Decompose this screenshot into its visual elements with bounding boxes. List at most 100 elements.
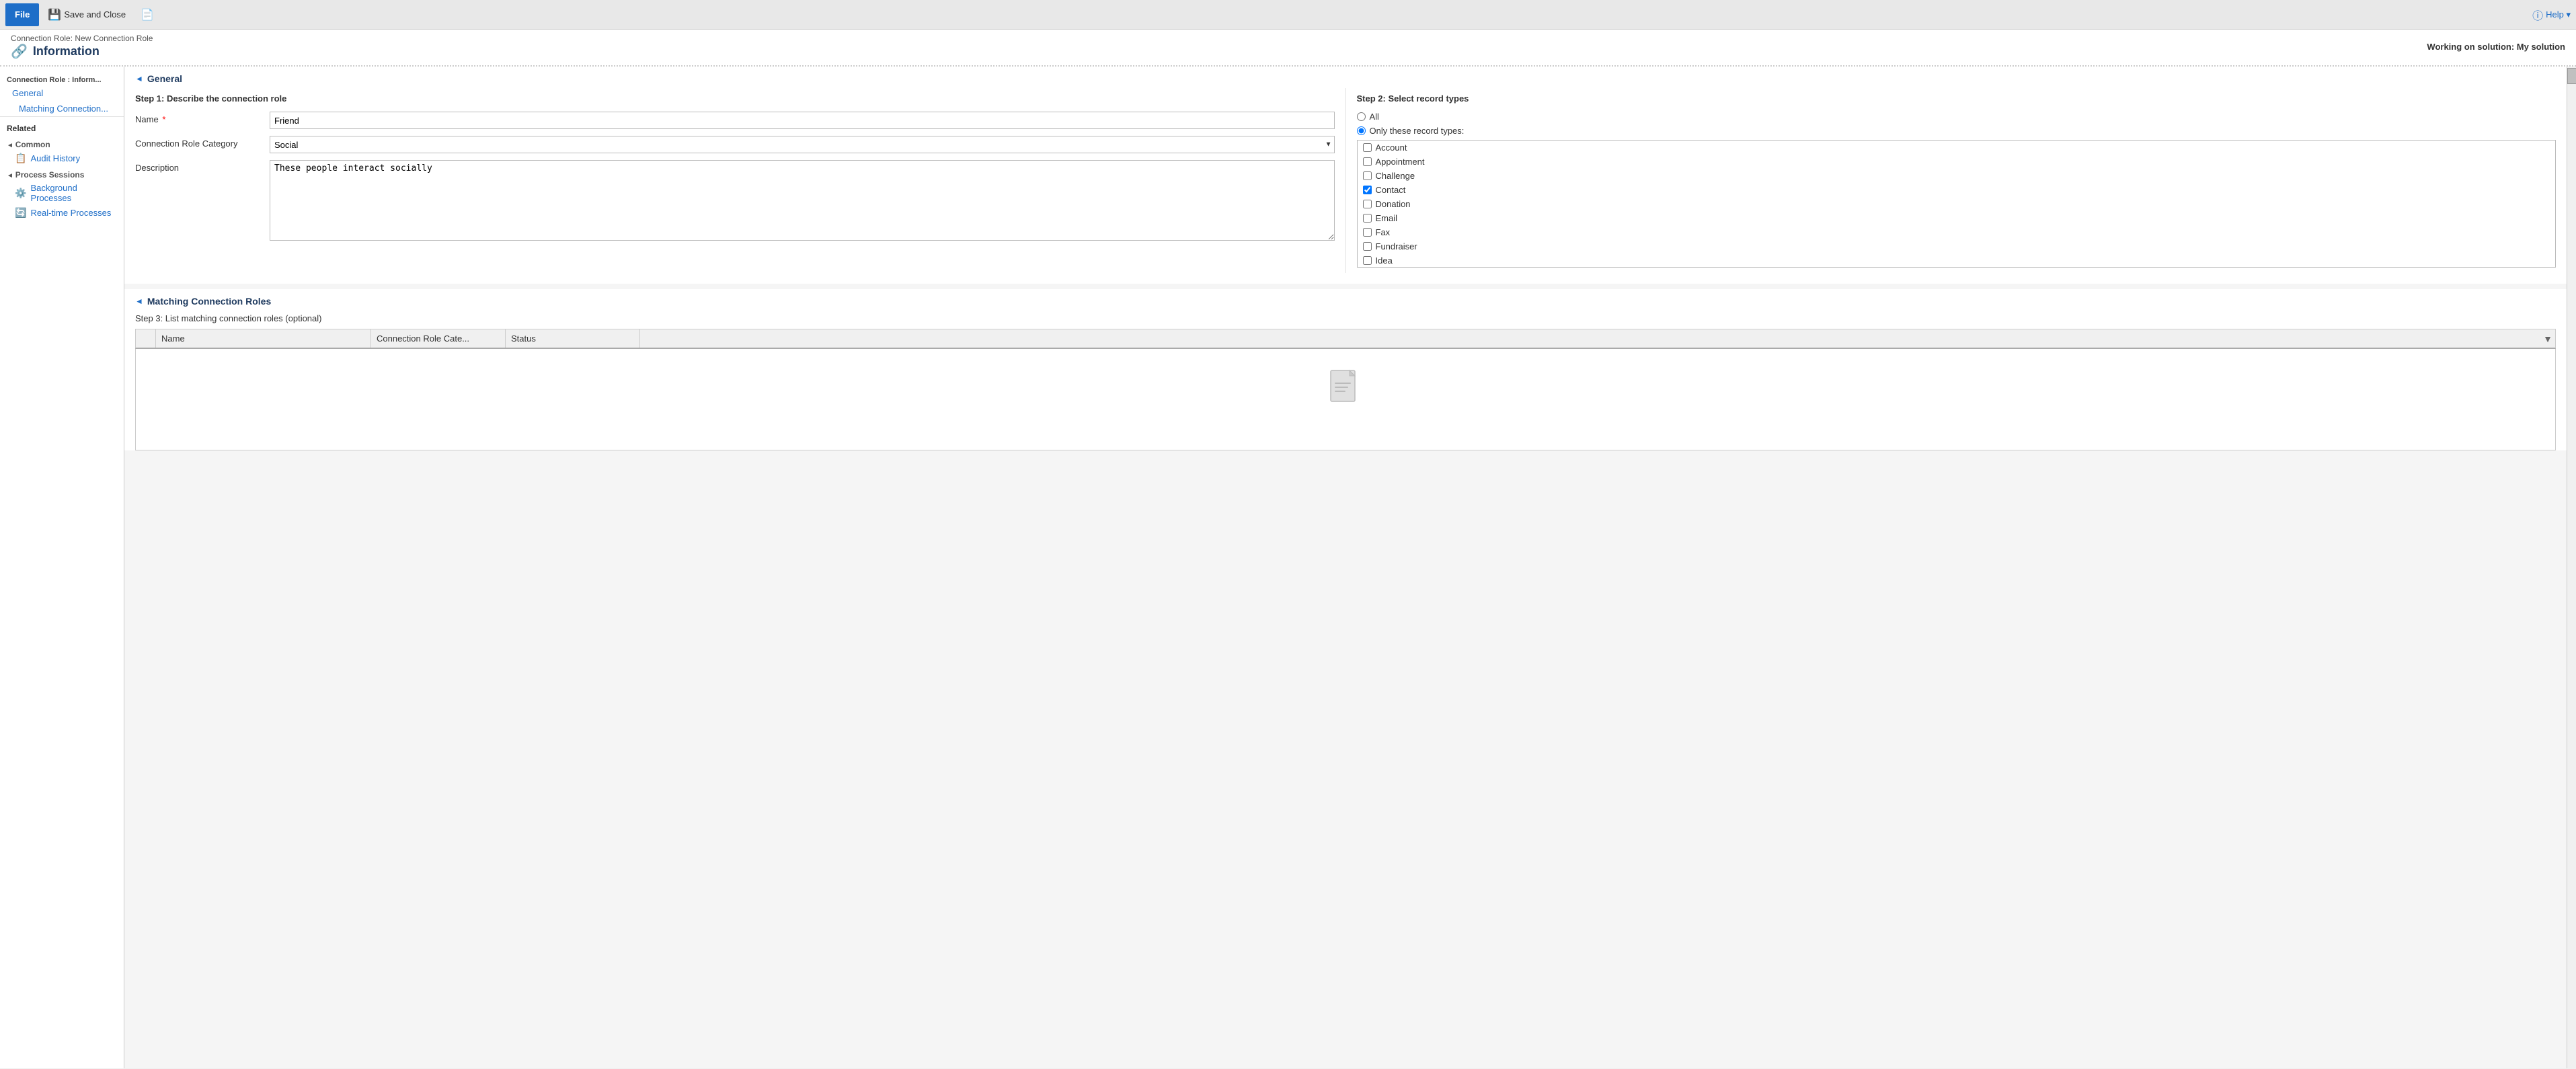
- contact-label: Contact: [1376, 185, 1406, 195]
- matching-section-header: ◄ Matching Connection Roles: [124, 289, 2567, 311]
- category-label: Connection Role Category: [135, 136, 270, 149]
- general-item-label: General: [12, 88, 43, 98]
- step2-label: Step 2: Select record types: [1357, 93, 2557, 104]
- record-type-fax[interactable]: Fax: [1358, 225, 2556, 239]
- common-group-header: Common: [0, 136, 124, 151]
- all-radio[interactable]: [1357, 112, 1366, 121]
- save-and-close-button[interactable]: 💾 Save and Close: [42, 3, 132, 26]
- record-type-email[interactable]: Email: [1358, 211, 2556, 225]
- sidebar-item-background-processes[interactable]: ⚙️ Background Processes: [0, 181, 124, 205]
- description-row: Description These people interact social…: [135, 160, 1335, 243]
- donation-label: Donation: [1376, 199, 1411, 209]
- page-title: Information: [33, 44, 100, 58]
- table-col-check-header: [136, 329, 156, 348]
- donation-checkbox[interactable]: [1363, 200, 1372, 208]
- category-row: Connection Role Category Social Business…: [135, 136, 1335, 153]
- required-star: *: [162, 114, 165, 124]
- extra-action-button[interactable]: 📄: [134, 3, 160, 26]
- email-label: Email: [1376, 213, 1398, 223]
- fax-checkbox[interactable]: [1363, 228, 1372, 237]
- process-sessions-group-header: Process Sessions: [0, 166, 124, 181]
- sidebar-item-general[interactable]: General: [0, 85, 124, 101]
- name-field: [270, 112, 1335, 129]
- sidebar-item-realtime-processes[interactable]: 🔄 Real-time Processes: [0, 205, 124, 221]
- right-scrollbar[interactable]: [2567, 67, 2576, 1068]
- matching-table-header: Name Connection Role Cate... Status ▼: [135, 329, 2556, 349]
- all-radio-row: All: [1357, 112, 2557, 122]
- record-types-list: Account Appointment Challenge Contact: [1357, 140, 2557, 268]
- email-checkbox[interactable]: [1363, 214, 1372, 223]
- name-label: Name *: [135, 112, 270, 124]
- description-input[interactable]: These people interact socially: [270, 160, 1335, 241]
- common-label: Common: [15, 140, 50, 149]
- table-col-name-header[interactable]: Name: [156, 329, 371, 348]
- sidebar-item-matching[interactable]: Matching Connection...: [0, 101, 124, 116]
- category-select[interactable]: Social Business Family Other: [270, 136, 1335, 153]
- all-radio-label[interactable]: All: [1370, 112, 1379, 122]
- save-icon: 💾: [48, 8, 61, 22]
- idea-checkbox[interactable]: [1363, 256, 1372, 265]
- fundraiser-label: Fundraiser: [1376, 241, 1417, 251]
- filter-icon: ▼: [2543, 333, 2552, 344]
- record-type-account[interactable]: Account: [1358, 141, 2556, 155]
- table-col-status-header[interactable]: Status: [506, 329, 640, 348]
- toolbar: File 💾 Save and Close 📄 ⓘ Help ▾: [0, 0, 2576, 30]
- appointment-label: Appointment: [1376, 157, 1425, 167]
- only-these-radio-row: Only these record types:: [1357, 126, 2557, 136]
- general-section-header: ◄ General: [124, 67, 2567, 88]
- record-type-donation[interactable]: Donation: [1358, 197, 2556, 211]
- step3-label: Step 3: List matching connection roles (…: [135, 313, 322, 323]
- empty-state: [136, 349, 2555, 450]
- description-label: Description: [135, 160, 270, 173]
- record-type-fundraiser[interactable]: Fundraiser: [1358, 239, 2556, 253]
- idea-label: Idea: [1376, 255, 1393, 266]
- record-type-contact[interactable]: Contact: [1358, 183, 2556, 197]
- sidebar-item-audit-history[interactable]: 📋 Audit History: [0, 151, 124, 166]
- record-type-challenge[interactable]: Challenge: [1358, 169, 2556, 183]
- challenge-checkbox[interactable]: [1363, 171, 1372, 180]
- only-these-radio[interactable]: [1357, 126, 1366, 135]
- general-section-arrow[interactable]: ◄: [135, 74, 143, 83]
- appointment-checkbox[interactable]: [1363, 157, 1372, 166]
- record-type-idea[interactable]: Idea: [1358, 253, 2556, 268]
- scrollbar-thumb[interactable]: [2567, 68, 2576, 84]
- general-section-label: General: [147, 73, 182, 84]
- category-select-wrap: Social Business Family Other ▼: [270, 136, 1335, 153]
- name-row: Name *: [135, 112, 1335, 129]
- table-filter-button[interactable]: ▼: [2543, 333, 2552, 344]
- help-circle-icon: ⓘ: [2532, 7, 2543, 23]
- category-field: Social Business Family Other ▼: [270, 136, 1335, 153]
- background-processes-label: Background Processes: [30, 183, 117, 203]
- title-block: Connection Role: New Connection Role 🔗 I…: [11, 34, 153, 60]
- title-area: Connection Role: New Connection Role 🔗 I…: [0, 30, 2576, 67]
- fundraiser-checkbox[interactable]: [1363, 242, 1372, 251]
- matching-section-label: Matching Connection Roles: [147, 296, 271, 307]
- sidebar: Connection Role : Inform... General Matc…: [0, 67, 124, 1068]
- matching-section-arrow[interactable]: ◄: [135, 296, 143, 306]
- account-checkbox[interactable]: [1363, 143, 1372, 152]
- step1-label: Step 1: Describe the connection role: [135, 93, 1335, 104]
- two-col-section: Step 1: Describe the connection role Nam…: [124, 88, 2567, 284]
- contact-checkbox[interactable]: [1363, 186, 1372, 194]
- breadcrumb: Connection Role: New Connection Role: [11, 34, 153, 43]
- page-icon: 📄: [141, 8, 154, 22]
- fax-label: Fax: [1376, 227, 1391, 237]
- account-label: Account: [1376, 143, 1407, 153]
- empty-state-icon: [1325, 369, 1366, 424]
- process-sessions-label: Process Sessions: [15, 170, 85, 180]
- record-type-appointment[interactable]: Appointment: [1358, 155, 2556, 169]
- realtime-processes-label: Real-time Processes: [30, 208, 111, 218]
- matching-section: ◄ Matching Connection Roles Step 3: List…: [124, 284, 2567, 450]
- save-close-label: Save and Close: [64, 9, 126, 19]
- title-icon: 🔗: [11, 43, 28, 60]
- related-header: Related: [0, 116, 124, 136]
- audit-history-label: Audit History: [30, 153, 80, 163]
- help-label: Help ▾: [2546, 9, 2571, 20]
- table-col-category-header[interactable]: Connection Role Cate...: [371, 329, 506, 348]
- only-these-radio-label[interactable]: Only these record types:: [1370, 126, 1465, 136]
- content-area: ◄ General Step 1: Describe the connectio…: [124, 67, 2567, 1068]
- step2-col: Step 2: Select record types All Only the…: [1345, 88, 2567, 273]
- help-button[interactable]: ⓘ Help ▾: [2532, 7, 2571, 23]
- name-input[interactable]: [270, 112, 1335, 129]
- file-button[interactable]: File: [5, 3, 39, 26]
